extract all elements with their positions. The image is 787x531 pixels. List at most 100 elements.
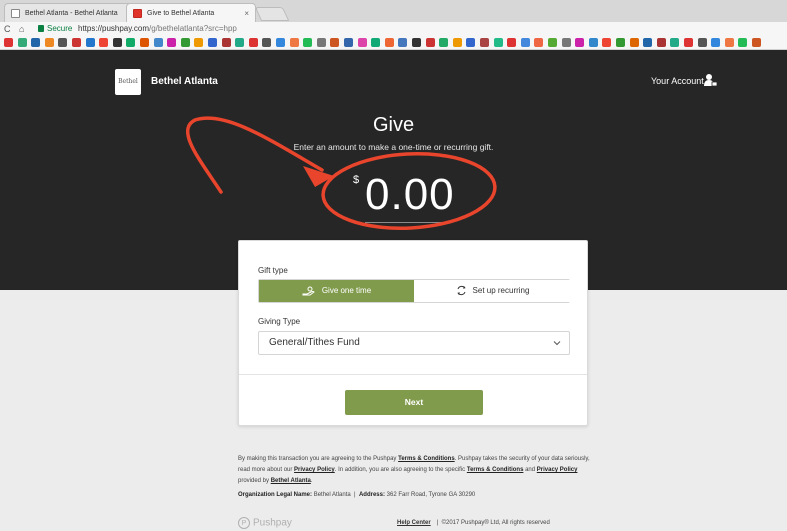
bookmark-icon[interactable] <box>520 38 530 47</box>
bookmark-icon[interactable] <box>180 38 190 47</box>
bookmark-icon[interactable] <box>684 38 693 47</box>
bookmark-icon[interactable] <box>575 38 585 47</box>
browser-tab-give[interactable]: Give to Bethel Atlanta × <box>126 3 256 22</box>
bookmark-icon[interactable] <box>31 38 41 47</box>
give-subtitle: Enter an amount to make a one-time or re… <box>293 142 494 152</box>
bookmark-icon[interactable] <box>398 38 408 47</box>
bookmark-icon[interactable] <box>72 38 81 47</box>
bookmark-icon[interactable] <box>602 38 612 47</box>
bookmark-icon[interactable] <box>493 38 503 47</box>
bookmark-icon[interactable] <box>289 38 299 47</box>
tab-title: Bethel Atlanta - Bethel Atlanta <box>25 10 118 17</box>
bookmark-icon[interactable] <box>140 38 149 47</box>
bookmark-icon[interactable] <box>153 38 163 47</box>
legal-name-label: Organization Legal Name: <box>238 492 313 498</box>
bookmark-icon[interactable] <box>99 38 109 47</box>
privacy-policy-link[interactable]: Privacy Policy <box>294 467 335 473</box>
bookmark-icon[interactable] <box>425 38 435 47</box>
bookmark-icon[interactable] <box>112 38 122 47</box>
next-button[interactable]: Next <box>345 390 483 415</box>
bookmark-icon[interactable] <box>330 38 340 47</box>
org-name[interactable]: Bethel Atlanta <box>151 76 218 87</box>
bookmark-icon[interactable] <box>235 38 245 47</box>
bookmark-icon[interactable] <box>248 38 258 47</box>
amount-underline <box>365 222 451 223</box>
give-title: Give <box>372 114 415 136</box>
org-link[interactable]: Bethel Atlanta <box>271 478 311 484</box>
bookmark-icon[interactable] <box>534 38 544 47</box>
home-icon[interactable]: ⌂ <box>19 22 24 36</box>
reload-icon[interactable]: C <box>4 22 11 36</box>
tab-title: Give to Bethel Atlanta <box>147 10 215 17</box>
new-tab-button[interactable] <box>254 7 290 21</box>
bookmark-icon[interactable] <box>711 38 721 47</box>
your-account-link[interactable]: Your Account <box>651 76 704 86</box>
legal-part-1: By making this transaction you are agree… <box>238 456 397 462</box>
bookmark-icon[interactable] <box>384 38 394 47</box>
give-one-time-button[interactable]: Give one time <box>259 280 414 302</box>
bookmark-icon[interactable] <box>452 38 462 47</box>
chevron-down-icon <box>553 341 561 346</box>
bookmark-icon[interactable] <box>44 38 54 47</box>
org-terms-link[interactable]: Terms & Conditions <box>467 467 524 473</box>
amount-input[interactable]: $ 0.00 <box>335 168 475 226</box>
bookmark-icon[interactable] <box>656 38 666 47</box>
bookmark-icon[interactable] <box>194 38 204 47</box>
url-field[interactable]: https://pushpay.com/g/bethelatlanta?src=… <box>78 22 237 36</box>
bookmark-icon[interactable] <box>58 38 68 47</box>
pushpay-logo[interactable]: P Pushpay <box>238 517 292 529</box>
bookmark-icon[interactable] <box>724 38 734 47</box>
bookmark-icon[interactable] <box>588 38 598 47</box>
bookmark-icon[interactable] <box>643 38 653 47</box>
bookmark-icon[interactable] <box>262 38 272 47</box>
org-legal-info: Organization Legal Name: Bethel Atlanta … <box>238 492 476 498</box>
user-icon[interactable] <box>703 73 717 87</box>
bookmark-icon[interactable] <box>480 38 489 47</box>
help-center-link[interactable]: Help Center <box>397 520 431 526</box>
footer-bar: P Pushpay Help Center | ©2017 Pushpay® Lt… <box>238 515 590 531</box>
bookmark-icon[interactable] <box>548 38 557 47</box>
set-up-recurring-button[interactable]: Set up recurring <box>415 280 570 302</box>
bookmark-icon[interactable] <box>371 38 381 47</box>
bookmark-icon[interactable] <box>616 38 625 47</box>
pushpay-p-icon: P <box>238 517 250 529</box>
bookmark-icon[interactable] <box>697 38 707 47</box>
legal-name-value: Bethel Atlanta <box>313 492 351 498</box>
bookmark-icon[interactable] <box>167 38 177 47</box>
bookmark-icon[interactable] <box>126 38 136 47</box>
bookmark-icon[interactable] <box>344 38 353 47</box>
bookmark-icon[interactable] <box>276 38 285 47</box>
bookmark-icon[interactable] <box>208 38 217 47</box>
terms-link[interactable]: Terms & Conditions <box>398 456 455 462</box>
tab-close-icon[interactable]: × <box>244 4 249 22</box>
bookmark-icon[interactable] <box>316 38 326 47</box>
amount-value[interactable]: 0.00 <box>365 170 455 220</box>
card-divider <box>239 374 587 375</box>
bookmark-icon[interactable] <box>17 38 27 47</box>
giving-type-label: Giving Type <box>258 317 301 326</box>
bookmark-icon[interactable] <box>752 38 761 47</box>
bookmark-icon[interactable] <box>221 38 231 47</box>
org-privacy-link[interactable]: Privacy Policy <box>537 467 578 473</box>
church-logo[interactable]: Bethel <box>115 69 141 95</box>
bookmark-icon[interactable] <box>507 38 517 47</box>
browser-tab-bethel-atlanta[interactable]: Bethel Atlanta - Bethel Atlanta × <box>4 3 142 22</box>
legal-and: and <box>525 467 536 473</box>
bookmark-icon[interactable] <box>412 38 421 47</box>
bookmark-icon[interactable] <box>85 38 95 47</box>
legal-text: By making this transaction you are agree… <box>238 456 590 484</box>
bookmark-icon[interactable] <box>303 38 313 47</box>
bookmark-icon[interactable] <box>466 38 476 47</box>
bookmark-icon[interactable] <box>670 38 680 47</box>
bookmark-icon[interactable] <box>357 38 367 47</box>
bookmarks-bar <box>0 36 787 50</box>
bookmark-icon[interactable] <box>738 38 748 47</box>
giving-type-select[interactable]: General/Tithes Fund <box>258 331 570 355</box>
recurring-icon <box>457 286 466 296</box>
giving-type-value: General/Tithes Fund <box>269 337 360 348</box>
bookmark-icon[interactable] <box>561 38 571 47</box>
bookmark-icon[interactable] <box>629 38 639 47</box>
bookmark-icon[interactable] <box>439 38 449 47</box>
copyright-value: ©2017 Pushpay® Ltd, All rights reserved <box>441 520 550 526</box>
bookmark-icon[interactable] <box>4 38 13 47</box>
